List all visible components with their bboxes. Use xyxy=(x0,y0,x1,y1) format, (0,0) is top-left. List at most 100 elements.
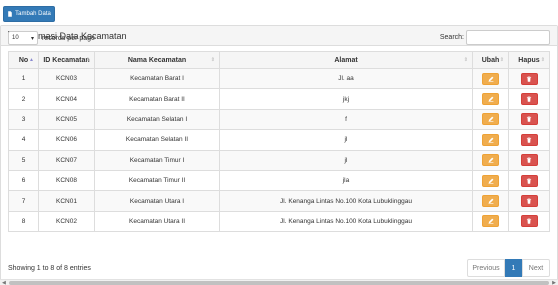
cell-nama-kecamatan: Kecamatan Barat II xyxy=(94,88,220,110)
sort-asc-icon: ▲ xyxy=(29,57,34,63)
table-row: 7 KCN01 Kecamatan Utara I Jl. Kenanga Linta… xyxy=(8,190,550,212)
cell-no: 4 xyxy=(8,129,39,151)
scroll-left-icon[interactable]: ◀ xyxy=(2,280,6,285)
cell-id-kecamatan: KCN06 xyxy=(38,129,95,151)
tambah-data-button[interactable]: Tambah Data xyxy=(3,6,55,22)
cell-hapus xyxy=(508,129,550,151)
table-row: 8 KCN02 Kecamatan Utara II Jl. Kenanga Lint… xyxy=(8,210,550,233)
table-row: 6 KCN08 Kecamatan Timur II jla xyxy=(8,169,550,192)
cell-id-kecamatan: KCN02 xyxy=(38,210,95,233)
edit-button[interactable] xyxy=(482,195,499,208)
cell-nama-kecamatan: Kecamatan Timur II xyxy=(94,169,220,192)
cell-nama-kecamatan: Kecamatan Utara I xyxy=(94,190,220,212)
entries-info: Showing 1 to 8 of 8 entries xyxy=(8,265,91,272)
trash-icon xyxy=(526,116,532,123)
pencil-icon xyxy=(488,137,493,143)
cell-alamat: jl xyxy=(219,129,473,151)
trash-icon xyxy=(526,157,532,163)
table-row: 2 KCN04 Kecamatan Barat II jkj xyxy=(8,88,550,110)
search-box: Search: xyxy=(440,30,550,45)
edit-button[interactable] xyxy=(482,174,499,187)
table-row: 5 KCN07 Kecamatan Timur Ijl xyxy=(8,149,550,171)
col-header-id[interactable]: ID Kecamatan ⇕ xyxy=(38,51,95,69)
cell-alamat: Jl. aa xyxy=(219,67,473,90)
trash-icon xyxy=(526,177,532,184)
edit-button[interactable] xyxy=(482,154,499,167)
pencil-icon xyxy=(488,76,493,82)
cell-hapus xyxy=(508,169,550,192)
edit-button[interactable] xyxy=(482,133,499,146)
cell-hapus xyxy=(508,67,550,90)
cell-no: 8 xyxy=(8,210,39,233)
table-body: 1 KCN03 Kecamatan Barat I Jl. aa 2 KCN04 Kecam… xyxy=(8,67,550,233)
records-per-page: 10 ▾ records per page xyxy=(8,31,95,45)
delete-button[interactable] xyxy=(520,133,538,146)
edit-button[interactable] xyxy=(482,215,499,228)
tambah-data-label: Tambah Data xyxy=(15,11,51,17)
horizontal-scrollbar[interactable]: ◀ ▶ xyxy=(0,279,558,285)
cell-hapus xyxy=(508,190,550,212)
cell-ubah xyxy=(472,67,509,90)
search-label: Search: xyxy=(439,34,464,41)
cell-alamat: jla xyxy=(219,169,473,192)
edit-button[interactable] xyxy=(482,72,499,85)
edit-button[interactable] xyxy=(482,93,499,106)
cell-id-kecamatan: KCN01 xyxy=(38,190,95,212)
cell-nama-kecamatan: Kecamatan Selatan I xyxy=(94,108,220,131)
scrollbar-thumb[interactable] xyxy=(9,281,549,285)
cell-alamat: f xyxy=(219,108,473,131)
pencil-icon xyxy=(488,198,493,204)
cell-alamat: jkj xyxy=(219,88,473,110)
records-per-page-select[interactable]: 10 ▾ xyxy=(8,31,38,45)
search-input[interactable] xyxy=(466,30,550,45)
sort-icon: ⇕ xyxy=(85,57,90,63)
pencil-icon xyxy=(488,219,493,225)
cell-id-kecamatan: KCN05 xyxy=(38,108,95,131)
cell-no: 6 xyxy=(8,169,39,192)
cell-nama-kecamatan: Kecamatan Selatan II xyxy=(94,129,220,151)
col-header-alamat[interactable]: Alamat ⇕ xyxy=(219,51,473,69)
delete-button[interactable] xyxy=(520,113,538,126)
scroll-right-icon[interactable]: ▶ xyxy=(552,280,556,285)
sort-icon: ⇕ xyxy=(499,57,504,63)
col-header-ubah[interactable]: Ubah ⇕ xyxy=(472,51,509,69)
cell-no: 1 xyxy=(8,67,39,90)
edit-button[interactable] xyxy=(482,113,499,126)
col-header-nama[interactable]: Nama Kecamatan ⇕ xyxy=(94,51,220,69)
cell-nama-kecamatan: Kecamatan Timur I xyxy=(94,149,220,171)
delete-button[interactable] xyxy=(520,93,538,106)
delete-button[interactable] xyxy=(520,154,538,167)
delete-button[interactable] xyxy=(520,195,538,208)
records-per-page-label: records per page xyxy=(42,34,95,42)
cell-id-kecamatan: KCN08 xyxy=(38,169,95,192)
cell-nama-kecamatan: Kecamatan Barat I xyxy=(94,67,220,90)
pagination-previous[interactable]: Previous xyxy=(467,259,505,277)
delete-button[interactable] xyxy=(520,215,538,228)
cell-no: 7 xyxy=(8,190,39,212)
trash-icon xyxy=(526,96,532,102)
cell-ubah xyxy=(472,190,509,212)
cell-ubah xyxy=(472,210,509,233)
pencil-icon xyxy=(488,96,493,102)
cell-hapus xyxy=(508,88,550,110)
cell-id-kecamatan: KCN03 xyxy=(38,67,95,90)
pagination-next[interactable]: Next xyxy=(522,259,550,277)
cell-hapus xyxy=(508,149,550,171)
cell-ubah xyxy=(472,108,509,131)
pagination-page-1[interactable]: 1 xyxy=(505,259,522,277)
cell-no: 5 xyxy=(8,149,39,171)
delete-button[interactable] xyxy=(520,72,538,85)
chevron-down-icon: ▾ xyxy=(30,35,34,42)
col-header-no[interactable]: No ▲ xyxy=(8,51,39,69)
cell-ubah xyxy=(472,129,509,151)
cell-ubah xyxy=(472,88,509,110)
pencil-icon xyxy=(488,157,493,163)
delete-button[interactable] xyxy=(520,174,538,187)
table-row: 1 KCN03 Kecamatan Barat I Jl. aa xyxy=(8,67,550,90)
cell-alamat: Jl. Kenanga Lintas No.100 Kota Lubukling… xyxy=(219,210,473,233)
col-header-hapus[interactable]: Hapus ⇕ xyxy=(508,51,550,69)
trash-icon xyxy=(526,218,532,225)
trash-icon xyxy=(526,198,532,204)
file-icon xyxy=(8,11,12,17)
table-row: 4 KCN06 Kecamatan Selatan II jl xyxy=(8,129,550,151)
